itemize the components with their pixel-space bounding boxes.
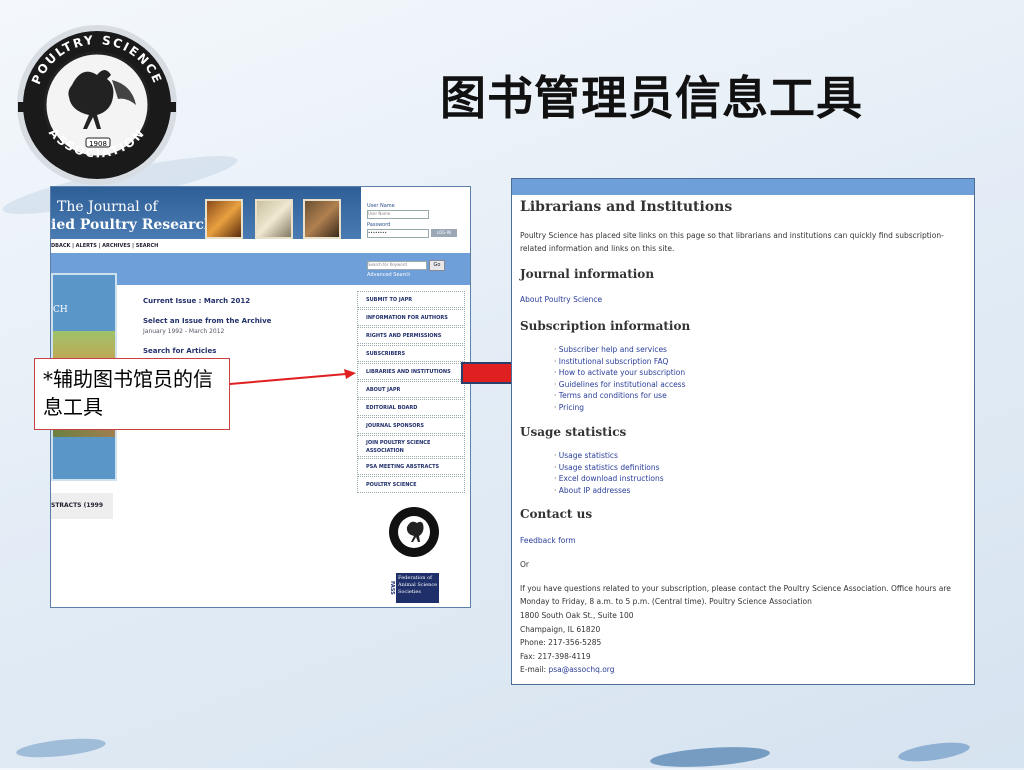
menu-item-about[interactable]: ABOUT JAPR bbox=[357, 381, 465, 398]
subscription-link[interactable]: Subscriber help and services bbox=[554, 344, 686, 356]
usage-statistics-heading: Usage statistics bbox=[520, 425, 627, 439]
menu-item-authors[interactable]: INFORMATION FOR AUTHORS bbox=[357, 309, 465, 326]
cover-text: CH bbox=[53, 305, 68, 315]
subscription-info-heading: Subscription information bbox=[520, 319, 691, 333]
email-label: E-mail: bbox=[520, 665, 549, 674]
journal-info-heading: Journal information bbox=[520, 267, 655, 281]
journal-title-line1: The Journal of bbox=[57, 199, 158, 215]
header-photo bbox=[255, 199, 293, 239]
subscription-link[interactable]: Terms and conditions for use bbox=[554, 390, 686, 402]
keyword-search-input[interactable]: Search for Keyword bbox=[367, 261, 427, 270]
or-text: Or bbox=[520, 560, 529, 569]
about-poultry-science-link[interactable]: About Poultry Science bbox=[520, 293, 602, 306]
archive-link[interactable]: Select an Issue from the Archive bbox=[143, 317, 271, 325]
contact-heading: Contact us bbox=[520, 507, 593, 521]
password-input[interactable]: •••••••• bbox=[367, 229, 429, 238]
menu-item-abstracts[interactable]: PSA MEETING ABSTRACTS bbox=[357, 458, 465, 475]
contact-text: If you have questions related to your su… bbox=[520, 584, 951, 606]
fass-letters: FASS bbox=[387, 573, 396, 603]
subscription-link[interactable]: Guidelines for institutional access bbox=[554, 379, 686, 391]
username-label: User Name bbox=[367, 203, 395, 209]
page-top-bar bbox=[512, 179, 974, 195]
password-label: Password bbox=[367, 222, 391, 228]
slide-title: 图书管理员信息工具 bbox=[440, 71, 863, 125]
page-heading: Librarians and Institutions bbox=[520, 199, 733, 215]
menu-item-editorial[interactable]: EDITORIAL BOARD bbox=[357, 399, 465, 416]
email-link[interactable]: psa@assochq.org bbox=[548, 665, 614, 674]
menu-item-submit[interactable]: SUBMIT TO JAPR bbox=[357, 291, 465, 308]
side-menu: SUBMIT TO JAPR INFORMATION FOR AUTHORS R… bbox=[357, 291, 465, 494]
login-box: User Name User Name Password •••••••• LO… bbox=[363, 187, 470, 255]
header-photo bbox=[303, 199, 341, 239]
subscription-links-list: Subscriber help and services Institution… bbox=[554, 344, 686, 413]
menu-item-join[interactable]: JOIN POULTRY SCIENCE ASSOCIATION bbox=[357, 435, 465, 457]
phone-number: Phone: 217-356-5285 bbox=[520, 638, 602, 647]
subscription-link[interactable]: How to activate your subscription bbox=[554, 367, 686, 379]
archive-date-range: January 1992 - March 2012 bbox=[143, 328, 225, 335]
feedback-form-link[interactable]: Feedback form bbox=[520, 534, 576, 547]
address-line2: Champaign, IL 61820 bbox=[520, 625, 601, 634]
pointer-line bbox=[229, 369, 356, 385]
usage-links-list: Usage statistics Usage statistics defini… bbox=[554, 450, 664, 496]
journal-header: The Journal of ied Poultry Research bbox=[51, 187, 361, 239]
feather-decoration bbox=[897, 739, 971, 765]
subscription-link[interactable]: Institutional subscription FAQ bbox=[554, 356, 686, 368]
header-photo bbox=[205, 199, 243, 239]
journal-title-line2: ied Poultry Research bbox=[51, 217, 215, 233]
login-button[interactable]: LOG-IN bbox=[431, 229, 457, 237]
abstracts-tab[interactable]: STRACTS (1999 bbox=[51, 493, 113, 519]
librarians-page-screenshot: Librarians and Institutions Poultry Scie… bbox=[511, 178, 975, 685]
email-line: E-mail: psa@assochq.org bbox=[520, 663, 615, 676]
menu-item-sponsors[interactable]: JOURNAL SPONSORS bbox=[357, 417, 465, 434]
menu-item-subscribers[interactable]: SUBSCRIBERS bbox=[357, 345, 465, 362]
feather-decoration bbox=[649, 743, 771, 770]
feather-decoration bbox=[15, 735, 107, 761]
subscription-link[interactable]: Pricing bbox=[554, 402, 686, 414]
usage-link[interactable]: About IP addresses bbox=[554, 485, 664, 497]
psa-small-logo bbox=[389, 507, 439, 557]
username-input[interactable]: User Name bbox=[367, 210, 429, 219]
fax-number: Fax: 217-398-4119 bbox=[520, 652, 591, 661]
advanced-search-link[interactable]: Advanced Search bbox=[367, 272, 410, 278]
address-line1: 1800 South Oak St., Suite 100 bbox=[520, 611, 634, 620]
callout-note: *辅助图书馆员的信息工具 bbox=[34, 358, 230, 430]
go-button[interactable]: Go bbox=[429, 260, 445, 271]
usage-link[interactable]: Excel download instructions bbox=[554, 473, 664, 485]
menu-item-poultry-science[interactable]: POULTRY SCIENCE bbox=[357, 476, 465, 493]
current-issue-link[interactable]: Current Issue : March 2012 bbox=[143, 297, 250, 305]
fass-logo-text: Federation of Animal Science Societies bbox=[398, 575, 438, 595]
menu-item-libraries[interactable]: LIBRARIES AND INSTITUTIONS bbox=[357, 363, 465, 380]
poultry-science-association-logo: POULTRY SCIENCE ASSOCIATION 1908 bbox=[17, 25, 177, 185]
usage-link[interactable]: Usage statistics bbox=[554, 450, 664, 462]
intro-text: Poultry Science has placed site links on… bbox=[520, 231, 944, 253]
logo-year: 1908 bbox=[89, 140, 107, 148]
menu-item-rights[interactable]: RIGHTS AND PERMISSIONS bbox=[357, 327, 465, 344]
usage-link[interactable]: Usage statistics definitions bbox=[554, 462, 664, 474]
search-articles-link[interactable]: Search for Articles bbox=[143, 347, 216, 355]
fass-logo[interactable]: FASS Federation of Animal Science Societ… bbox=[387, 573, 439, 603]
